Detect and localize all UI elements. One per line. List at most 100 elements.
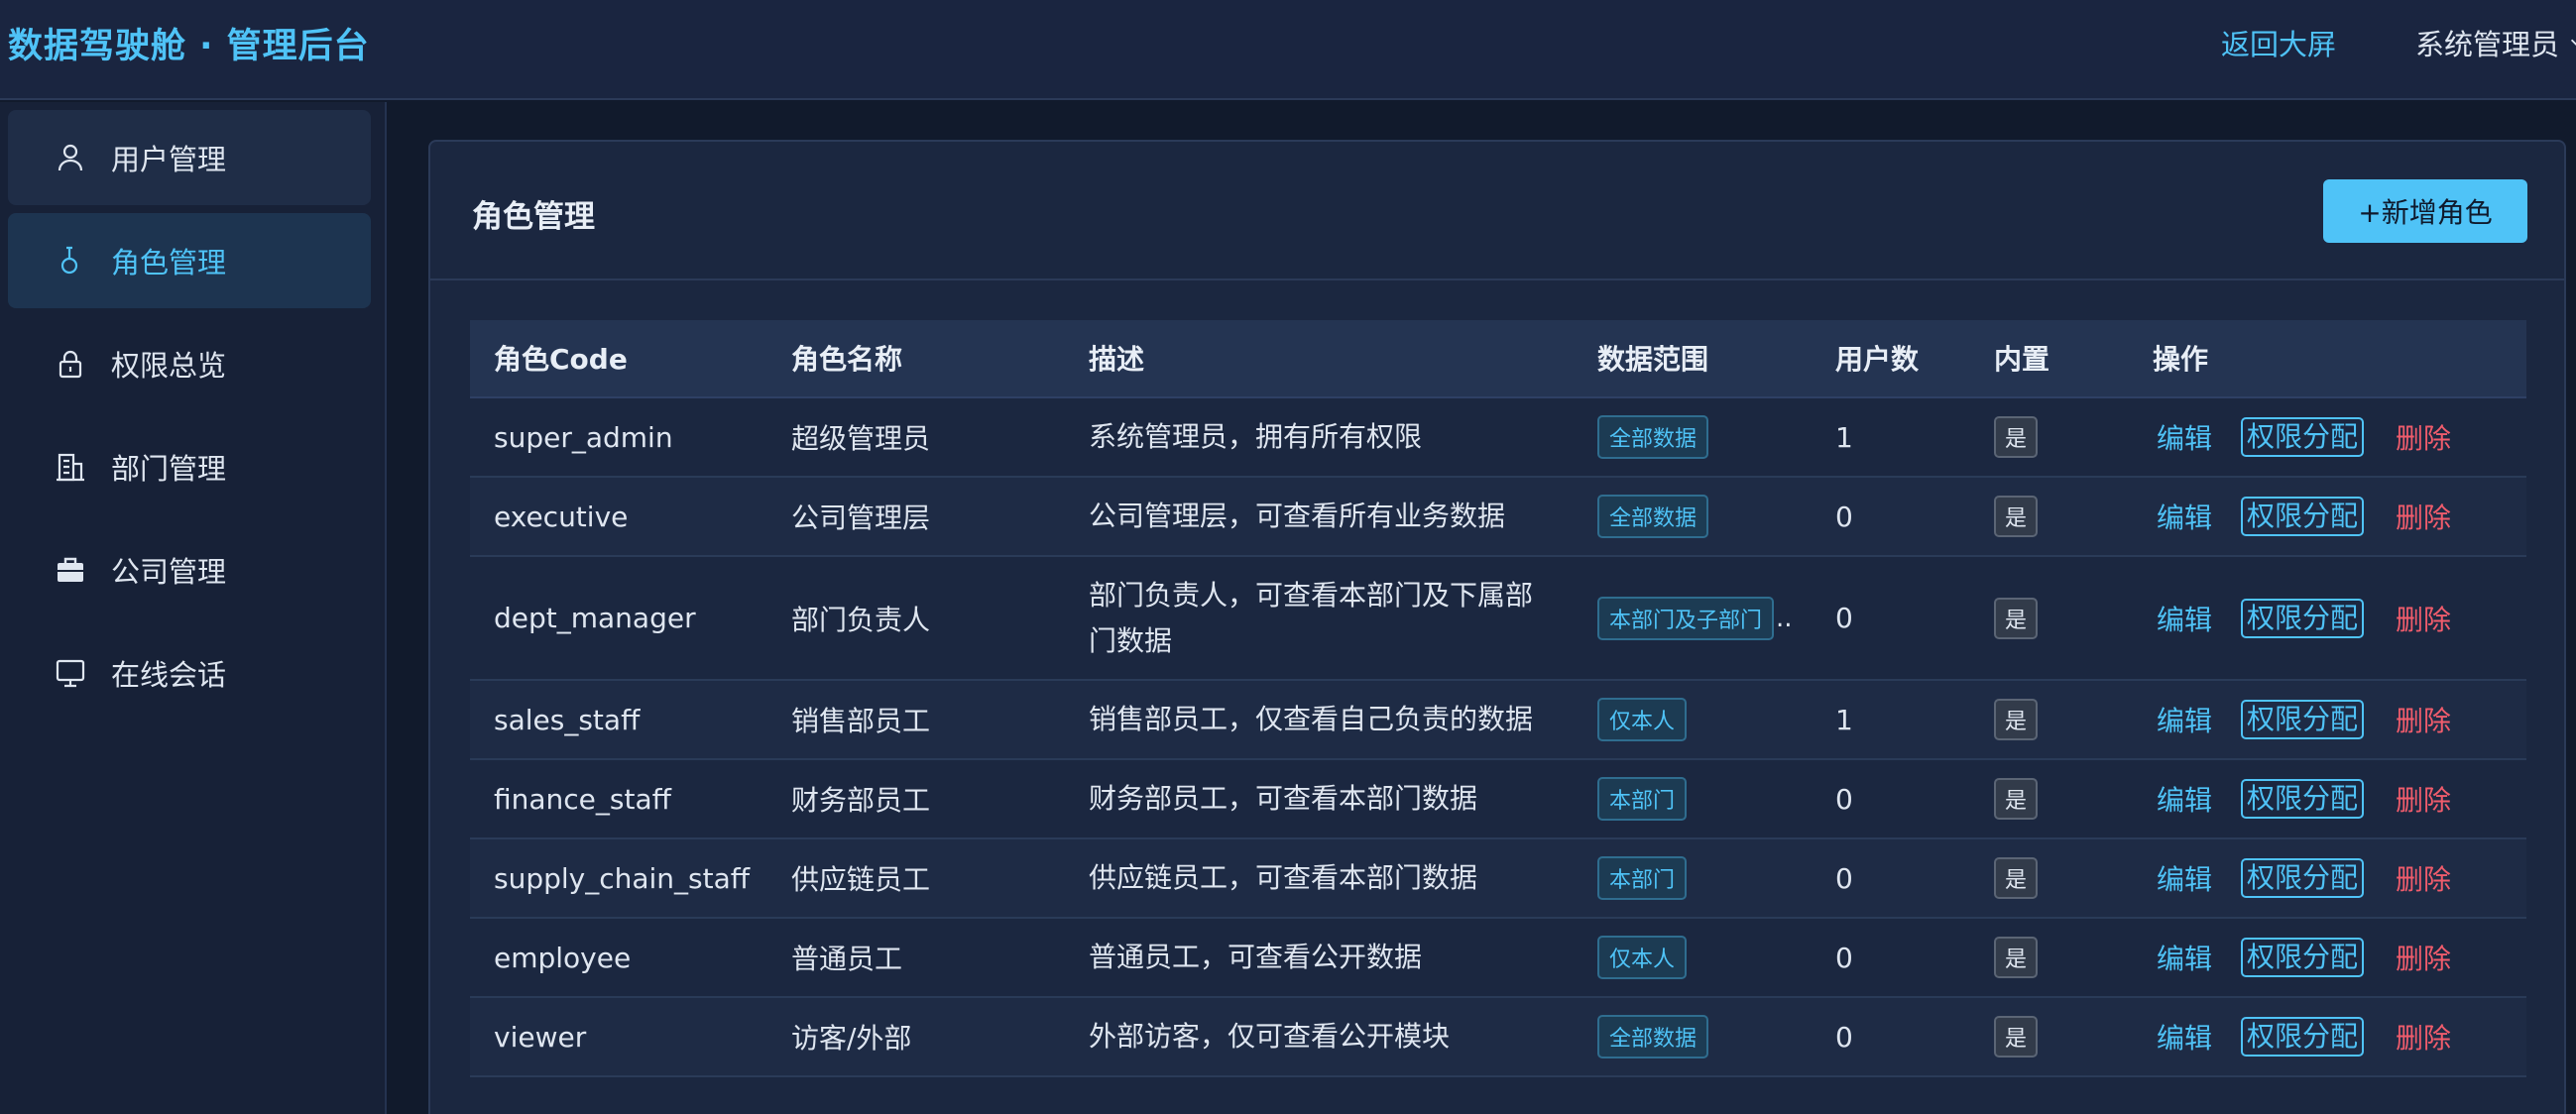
role-name: 普通员工 xyxy=(791,943,903,975)
page-title: 角色管理 xyxy=(472,199,595,235)
role-name: 财务部员工 xyxy=(791,784,931,817)
role-description: 销售部员工，仅查看自己负责的数据 xyxy=(1089,703,1534,735)
builtin-cell: 是 xyxy=(1994,478,2039,555)
role-name: 供应链员工 xyxy=(791,863,931,896)
sidebar-item-roles[interactable]: 角色管理 xyxy=(8,213,371,308)
builtin-cell: 是 xyxy=(1994,919,2039,996)
user-count: 0 xyxy=(1835,861,1853,895)
scope-cell: 本部门及子部门.. xyxy=(1597,557,1793,679)
role-name: 超级管理员 xyxy=(791,422,931,455)
assign-permissions-button[interactable]: 权限分配 xyxy=(2241,938,2365,977)
roles-card: 角色管理 +新增角色 角色Code 角色名称 描述 数据范围 用户数 内置 操作… xyxy=(428,140,2566,1114)
assign-permissions-button[interactable]: 权限分配 xyxy=(2241,417,2365,457)
key-icon xyxy=(54,244,87,278)
back-to-dashboard-link[interactable]: 返回大屏 xyxy=(2221,22,2336,63)
delete-button[interactable]: 删除 xyxy=(2396,858,2451,898)
builtin-cell: 是 xyxy=(1994,557,2039,679)
edit-button[interactable]: 编辑 xyxy=(2157,497,2212,536)
delete-button[interactable]: 删除 xyxy=(2396,779,2451,819)
briefcase-icon xyxy=(54,553,87,587)
user-count: 0 xyxy=(1835,941,1853,974)
builtin-badge: 是 xyxy=(1994,416,2039,458)
sidebar-item-departments[interactable]: 部门管理 xyxy=(8,419,371,514)
edit-button[interactable]: 编辑 xyxy=(2157,938,2212,977)
building-icon xyxy=(54,450,87,484)
assign-permissions-button[interactable]: 权限分配 xyxy=(2241,598,2365,638)
user-count: 1 xyxy=(1835,420,1853,454)
sidebar-item-label: 用户管理 xyxy=(111,143,227,176)
builtin-badge: 是 xyxy=(1994,597,2039,639)
role-code: finance_staff xyxy=(494,782,671,816)
delete-button[interactable]: 删除 xyxy=(2396,700,2451,739)
column-header-scope: 数据范围 xyxy=(1597,343,1709,376)
scope-tag: 仅本人 xyxy=(1597,698,1688,741)
edit-button[interactable]: 编辑 xyxy=(2157,700,2212,739)
table-row: finance_staff 财务部员工 财务部员工，可查看本部门数据 本部门 0 是 编辑权… xyxy=(470,760,2526,839)
table-header: 角色Code 角色名称 描述 数据范围 用户数 内置 操作 xyxy=(470,320,2526,398)
monitor-icon xyxy=(54,656,87,690)
role-description: 系统管理员，拥有所有权限 xyxy=(1089,420,1423,453)
role-description: 普通员工，可查看公开数据 xyxy=(1089,941,1423,973)
scope-tag: 全部数据 xyxy=(1597,495,1709,538)
builtin-badge: 是 xyxy=(1994,496,2039,537)
delete-button[interactable]: 删除 xyxy=(2396,599,2451,638)
user-count: 0 xyxy=(1835,782,1853,816)
edit-button[interactable]: 编辑 xyxy=(2157,858,2212,898)
sidebar-item-sessions[interactable]: 在线会话 xyxy=(8,625,371,721)
card-header: 角色管理 +新增角色 xyxy=(430,142,2564,280)
add-role-button[interactable]: +新增角色 xyxy=(2323,179,2527,243)
table-row: dept_manager 部门负责人 部门负责人，可查看本部门及下属部门数据 本部门及… xyxy=(470,557,2526,681)
lock-icon xyxy=(54,347,87,381)
user-menu[interactable]: 系统管理员 xyxy=(2415,22,2576,63)
edit-button[interactable]: 编辑 xyxy=(2157,1017,2212,1057)
scope-cell: 全部数据 xyxy=(1597,398,1709,476)
delete-button[interactable]: 删除 xyxy=(2396,417,2451,457)
scope-tag: 仅本人 xyxy=(1597,936,1688,979)
role-code: employee xyxy=(494,941,632,974)
edit-button[interactable]: 编辑 xyxy=(2157,417,2212,457)
role-name: 部门负责人 xyxy=(791,603,931,636)
assign-permissions-button[interactable]: 权限分配 xyxy=(2241,858,2365,898)
sidebar-item-permissions[interactable]: 权限总览 xyxy=(8,316,371,411)
sidebar-item-label: 角色管理 xyxy=(111,246,227,279)
user-count: 0 xyxy=(1835,500,1853,533)
sidebar-item-label: 公司管理 xyxy=(111,555,227,589)
role-code: executive xyxy=(494,500,629,533)
edit-button[interactable]: 编辑 xyxy=(2157,779,2212,819)
delete-button[interactable]: 删除 xyxy=(2396,938,2451,977)
assign-permissions-button[interactable]: 权限分配 xyxy=(2241,779,2365,819)
role-name: 销售部员工 xyxy=(791,705,931,737)
role-description: 部门负责人，可查看本部门及下属部门数据 xyxy=(1089,578,1534,657)
column-header-name: 角色名称 xyxy=(791,343,903,376)
builtin-cell: 是 xyxy=(1994,398,2039,476)
role-code: supply_chain_staff xyxy=(494,861,751,895)
table-row: super_admin 超级管理员 系统管理员，拥有所有权限 全部数据 1 是 编辑 权限分配… xyxy=(470,398,2526,478)
role-code: sales_staff xyxy=(494,703,641,736)
builtin-cell: 是 xyxy=(1994,998,2039,1075)
delete-button[interactable]: 删除 xyxy=(2396,497,2451,536)
scope-overflow: .. xyxy=(1776,603,1793,633)
table-row: supply_chain_staff 供应链员工 供应链员工，可查看本部门数据 本部门… xyxy=(470,839,2526,919)
scope-tag: 全部数据 xyxy=(1597,415,1709,459)
sidebar-item-users[interactable]: 用户管理 xyxy=(8,110,371,205)
table-row: employee 普通员工 普通员工，可查看公开数据 仅本人 0 是 编辑 权限分配 删除 xyxy=(470,919,2526,998)
assign-permissions-button[interactable]: 权限分配 xyxy=(2241,700,2365,739)
column-header-actions: 操作 xyxy=(2153,343,2209,376)
top-header: 数据驾驶舱 · 管理后台 返回大屏 系统管理员 xyxy=(0,0,2576,100)
scope-cell: 本部门 xyxy=(1597,839,1688,917)
sidebar-item-companies[interactable]: 公司管理 xyxy=(8,522,371,617)
builtin-badge: 是 xyxy=(1994,1016,2039,1058)
scope-tag: 本部门 xyxy=(1597,856,1688,900)
builtin-cell: 是 xyxy=(1994,839,2039,917)
user-count: 0 xyxy=(1835,602,1853,634)
assign-permissions-button[interactable]: 权限分配 xyxy=(2241,497,2365,536)
edit-button[interactable]: 编辑 xyxy=(2157,599,2212,638)
role-description: 供应链员工，可查看本部门数据 xyxy=(1089,861,1478,894)
builtin-badge: 是 xyxy=(1994,857,2039,899)
builtin-badge: 是 xyxy=(1994,937,2039,978)
scope-tag: 全部数据 xyxy=(1597,1015,1709,1058)
assign-permissions-button[interactable]: 权限分配 xyxy=(2241,1017,2365,1057)
delete-button[interactable]: 删除 xyxy=(2396,1017,2451,1057)
role-description: 财务部员工，可查看本部门数据 xyxy=(1089,782,1478,815)
table-row: viewer 访客/外部 外部访客，仅可查看公开模块 全部数据 0 是 编辑 权限分配 删除 xyxy=(470,998,2526,1077)
